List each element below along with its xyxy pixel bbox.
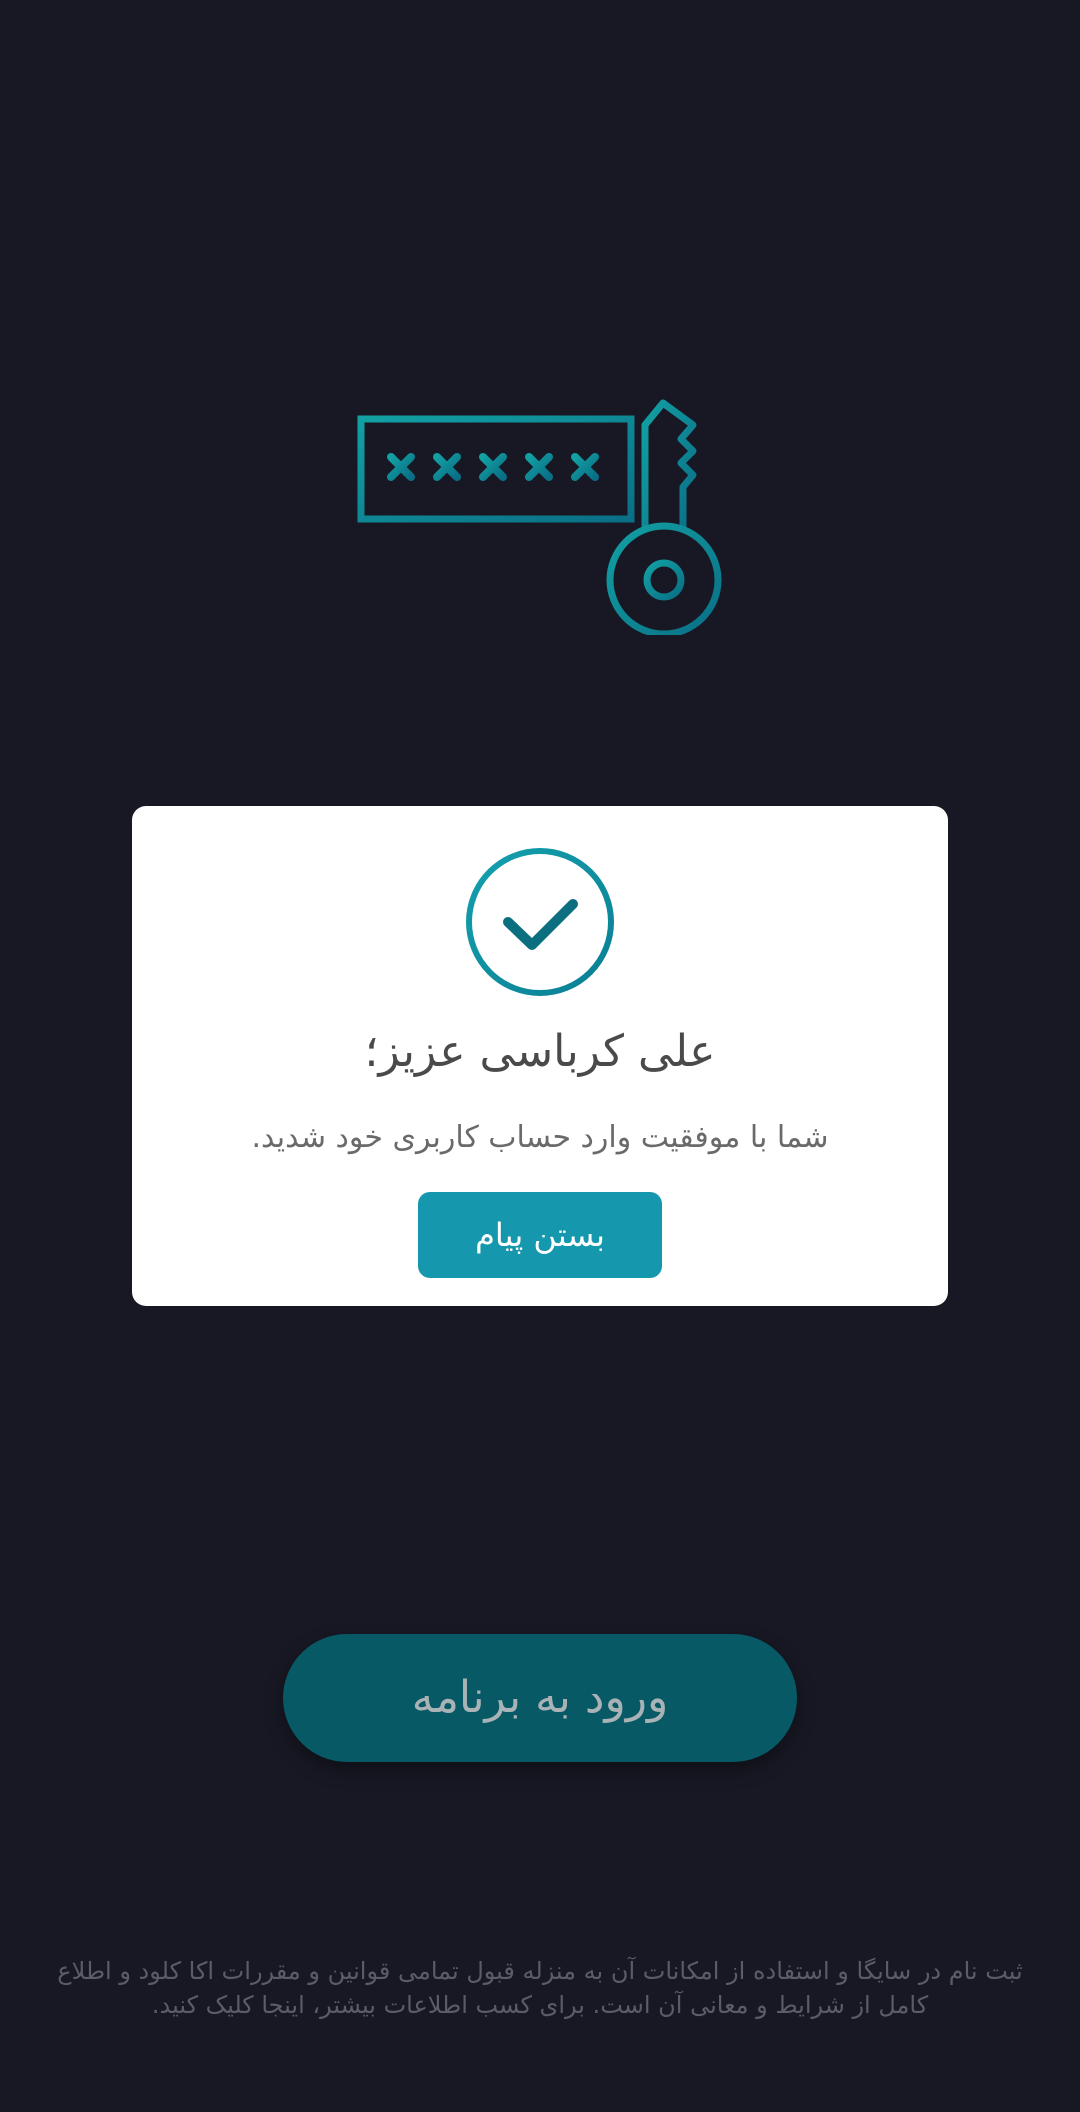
dialog-message: شما با موفقیت وارد حساب کاربری خود شدید. [251,1120,829,1155]
success-dialog: علی کرباسی عزیز؛ شما با موفقیت وارد حساب… [132,806,948,1306]
terms-note[interactable]: ثبت نام در سایگا و استفاده از امکانات آن… [40,1954,1040,2022]
close-message-button[interactable]: بستن پیام [418,1192,662,1278]
dialog-title: علی کرباسی عزیز؛ [364,1026,716,1077]
login-button[interactable]: ورود به برنامه [283,1634,797,1762]
check-circle-icon [466,848,614,996]
